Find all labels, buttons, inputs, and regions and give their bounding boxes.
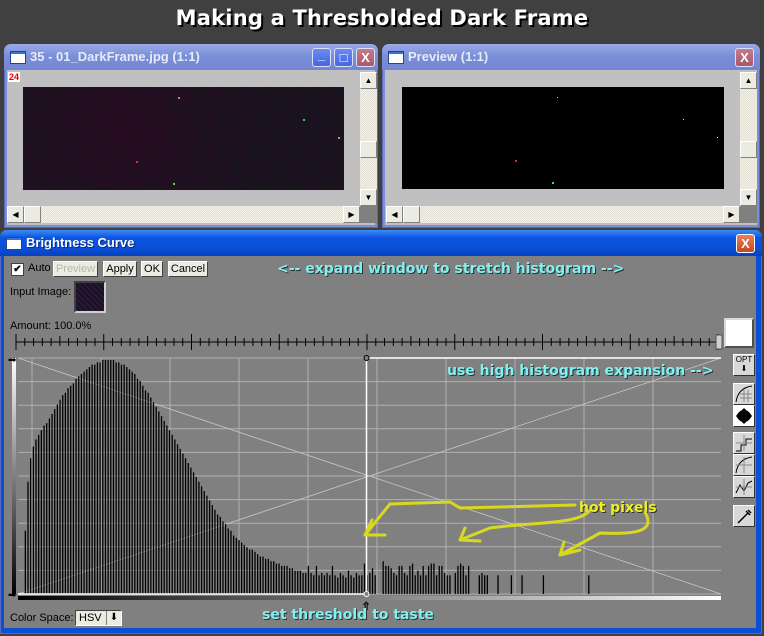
scroll-thumb-horizontal[interactable]: [24, 206, 41, 223]
image-window-titlebar[interactable]: 35 - 01_DarkFrame.jpg (1:1) _ □ X: [4, 44, 378, 70]
banner-title: Making a Thresholded Dark Frame: [175, 6, 589, 30]
window-icon: [10, 51, 26, 64]
eyedropper-button[interactable]: [733, 505, 755, 527]
step-curve-icon: [736, 435, 752, 452]
scroll-left-button[interactable]: ◀: [7, 206, 24, 223]
image-horizontal-scrollbar[interactable]: [7, 206, 360, 223]
image-vertical-scrollbar[interactable]: [360, 72, 377, 204]
histogram-expansion-note: use high histogram expansion -->: [447, 363, 714, 379]
cancel-button[interactable]: Cancel: [168, 261, 208, 277]
smooth-curve-button[interactable]: [733, 454, 755, 476]
amount-label: Amount: 100.0%: [10, 320, 92, 332]
scroll-up-button[interactable]: ▲: [740, 72, 757, 89]
window-icon: [6, 237, 22, 250]
brightness-curve-title: Brightness Curve: [26, 235, 135, 250]
input-image-thumbnail: [74, 281, 106, 313]
image-window-title: 35 - 01_DarkFrame.jpg (1:1): [30, 49, 200, 64]
output-color-swatch: [724, 318, 754, 348]
color-space-label: Color Space:: [10, 612, 74, 624]
color-space-value: HSV: [79, 612, 102, 624]
preview-image: [402, 87, 724, 189]
auto-checkbox[interactable]: ✔: [11, 263, 24, 276]
arrow-2: [458, 508, 592, 542]
minimize-button[interactable]: _: [312, 48, 331, 67]
dropdown-icon: ⬇: [740, 364, 748, 373]
scroll-thumb-vertical[interactable]: [740, 141, 757, 158]
freehand-curve-icon: [735, 479, 753, 495]
window-icon: [388, 51, 404, 64]
frame-counter: 24: [8, 72, 21, 82]
scroll-down-button[interactable]: ▼: [360, 189, 377, 206]
scrollbar-corner: [740, 206, 757, 223]
arrow-1: [363, 500, 577, 537]
preview-window-title: Preview (1:1): [408, 49, 489, 64]
close-button[interactable]: X: [736, 234, 755, 253]
output-min-marker: ➡: [8, 590, 17, 601]
expand-window-note: <-- expand window to stretch histogram -…: [277, 261, 625, 277]
preview-button[interactable]: Preview: [53, 261, 98, 277]
freehand-curve-button[interactable]: [733, 476, 755, 498]
curve-point-top: [363, 355, 370, 361]
histogram-mode-button[interactable]: [733, 405, 755, 427]
input-image-label: Input Image:: [10, 286, 72, 298]
scroll-up-button[interactable]: ▲: [360, 72, 377, 89]
step-curve-button[interactable]: [733, 432, 755, 454]
close-button[interactable]: X: [735, 48, 754, 67]
curve-icon: [735, 385, 753, 403]
eyedropper-icon: [737, 509, 752, 524]
scroll-thumb-horizontal[interactable]: [403, 206, 420, 223]
scroll-down-button[interactable]: ▼: [740, 189, 757, 206]
input-gradient-bar: [18, 596, 721, 600]
close-button[interactable]: X: [356, 48, 375, 67]
curve-mode-button[interactable]: [733, 383, 755, 405]
histogram-icon: [736, 408, 752, 424]
smooth-curve-icon: [735, 456, 753, 474]
scrollbar-corner: [360, 206, 377, 223]
output-gradient-bar: [12, 358, 16, 594]
curve-point-bottom: [363, 591, 370, 597]
apply-button[interactable]: Apply: [103, 261, 137, 277]
output-max-marker: ➡: [8, 355, 17, 366]
ok-button[interactable]: OK: [141, 261, 163, 277]
brightness-curve-titlebar[interactable]: Brightness Curve X: [0, 230, 762, 256]
preview-window-titlebar[interactable]: Preview (1:1) X: [382, 44, 760, 70]
threshold-note: set threshold to taste: [262, 607, 434, 623]
amount-slider-handle: [715, 334, 723, 350]
auto-label: Auto: [28, 262, 51, 274]
scroll-left-button[interactable]: ◀: [386, 206, 403, 223]
preview-horizontal-scrollbar[interactable]: [386, 206, 740, 223]
color-space-select[interactable]: HSV ⬇: [75, 610, 122, 626]
scroll-right-button[interactable]: ▶: [343, 206, 360, 223]
maximize-button[interactable]: □: [334, 48, 353, 67]
opt-label: OPT: [735, 355, 753, 364]
dark-frame-image: [23, 87, 344, 190]
scroll-right-button[interactable]: ▶: [723, 206, 740, 223]
scroll-thumb-vertical[interactable]: [360, 141, 377, 158]
hot-pixel-arrows: [363, 500, 650, 557]
options-button[interactable]: OPT ⬇: [733, 354, 755, 376]
dropdown-icon[interactable]: ⬇: [106, 611, 121, 625]
amount-slider[interactable]: [12, 332, 724, 352]
preview-vertical-scrollbar[interactable]: [740, 72, 757, 204]
